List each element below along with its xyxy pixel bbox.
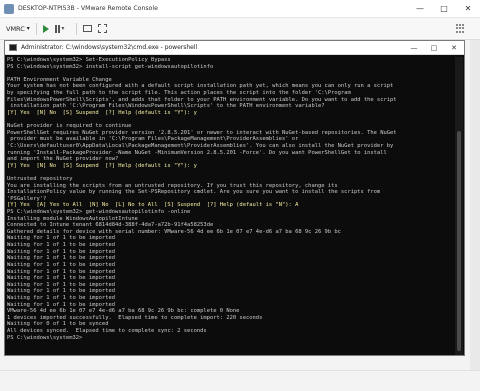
console-line: All devices synced. Elapsed time to comp… <box>7 327 207 334</box>
console-line: PATH Environment Variable Change <box>7 76 112 83</box>
maximize-button[interactable]: □ <box>432 0 456 18</box>
play-icon <box>42 24 49 33</box>
window-title: DESKTOP-NTPI53B - VMware Remote Console <box>18 5 158 12</box>
console-line: [Y] Yes [A] Yes to All [N] No [L] No to … <box>7 202 299 209</box>
console-line: Files\WindowsPowerShell\Scripts', and ad… <box>7 96 397 103</box>
desktop-bottom <box>0 370 480 391</box>
desktop-edge <box>470 40 480 390</box>
chevron-down-icon: ▾ <box>61 25 65 32</box>
console-line: Waiting for 1 of 1 to be imported <box>7 301 116 308</box>
console-line: Waiting for 0 of 1 to be synced <box>7 321 109 328</box>
pause-icon <box>54 24 61 33</box>
grip-icon <box>456 23 466 34</box>
cmd-minimize-button[interactable]: — <box>404 41 424 55</box>
console-line: Waiting for 1 of 1 to be imported <box>7 268 116 275</box>
console-line: Waiting for 1 of 1 to be imported <box>7 288 116 295</box>
console-line: running 'Install-PackageProvider -Name N… <box>7 149 387 156</box>
cmd-titlebar[interactable]: Administrator: C:\windows\system32\cmd.e… <box>5 41 464 55</box>
cmd-window-title: Administrator: C:\windows\system32\cmd.e… <box>21 44 198 51</box>
console-line: PS C:\windows\system32> install-script g… <box>7 63 214 70</box>
cmd-window-controls: — □ ✕ <box>404 41 464 55</box>
fullscreen-icon <box>98 24 108 33</box>
vmrc-app-icon <box>4 3 14 14</box>
cmd-close-button[interactable]: ✕ <box>444 41 464 55</box>
console-line: Gathered details for device with serial … <box>7 228 341 235</box>
cmd-app-icon <box>9 44 17 51</box>
fullscreen-button[interactable] <box>98 24 108 33</box>
console-line: Waiting for 1 of 1 to be imported <box>7 255 116 262</box>
console-line: [Y] Yes [N] No [S] Suspend [?] Help (def… <box>7 162 197 169</box>
minimize-button[interactable]: — <box>408 0 432 18</box>
send-ctrl-alt-del-button[interactable] <box>83 25 93 32</box>
cmd-maximize-button[interactable]: □ <box>424 41 444 55</box>
console-line: NuGet provider is required to continue <box>7 123 132 130</box>
pause-button[interactable]: ▾ <box>54 24 65 33</box>
cmd-window[interactable]: Administrator: C:\windows\system32\cmd.e… <box>4 40 465 356</box>
console-line: Waiting for 1 of 1 to be imported <box>7 248 116 255</box>
console-line: Waiting for 1 of 1 to be imported <box>7 281 116 288</box>
vmrc-titlebar: DESKTOP-NTPI53B - VMware Remote Console … <box>0 0 480 18</box>
console-output[interactable]: PS C:\windows\system32> Set-ExecutionPol… <box>7 57 455 355</box>
vmrc-menu[interactable]: VMRC ▾ <box>6 25 30 33</box>
toolbar-divider <box>76 22 78 35</box>
console-line: Waiting for 1 of 1 to be imported <box>7 275 116 282</box>
chevron-down-icon: ▾ <box>26 25 30 32</box>
console-line: PS C:\windows\system32> get-windowsautop… <box>7 209 191 216</box>
console-line: 'PSGallery'? <box>7 195 47 202</box>
console-line: 1 devices imported successfully. Elapsed… <box>7 314 263 321</box>
vmrc-toolbar: VMRC ▾ ▾ <box>0 18 480 40</box>
console-line: by specifying the full path to the scrip… <box>7 90 351 97</box>
console-line: InstallationPolicy value by running the … <box>7 189 381 196</box>
console-line: PS C:\windows\system32> Set-ExecutionPol… <box>7 57 171 63</box>
console-line: Waiting for 1 of 1 to be imported <box>7 261 116 268</box>
close-button[interactable]: ✕ <box>456 0 480 18</box>
console-line: Waiting for 1 of 1 to be imported <box>7 235 116 242</box>
console-line: Installing module WindowsAutopilotIntune <box>7 215 138 222</box>
console-line: [Y] Yes [N] No [S] Suspend [?] Help (def… <box>7 109 197 116</box>
window-controls: — □ ✕ <box>408 0 480 18</box>
console-line: PowerShellGet requires NuGet provider ve… <box>7 129 397 136</box>
monitor-icon <box>83 25 93 32</box>
console-line: installation path 'C:\Program Files\Wind… <box>7 103 325 110</box>
toolbar-divider <box>35 22 37 35</box>
remote-desktop: Administrator: C:\windows\system32\cmd.e… <box>0 40 480 391</box>
scrollbar-thumb[interactable] <box>457 131 461 351</box>
vmrc-menu-label: VMRC <box>6 24 25 33</box>
console-scrollbar[interactable] <box>455 57 463 355</box>
console-line: Your system has not been configured with… <box>7 83 394 90</box>
console-line: provider must be available in 'C:\Progra… <box>7 136 299 143</box>
console-line: Connected to Intune tenant 6814d84d-388f… <box>7 222 214 229</box>
console-line: Waiting for 1 of 1 to be imported <box>7 294 116 301</box>
console-line: You are installing the scripts from an u… <box>7 182 338 189</box>
power-on-button[interactable] <box>42 24 49 33</box>
console-line: PS C:\windows\system32> <box>7 334 86 341</box>
console-line: Waiting for 1 of 1 to be imported <box>7 242 116 249</box>
console-line: Untrusted repository <box>7 175 73 182</box>
grip-button[interactable] <box>456 23 466 34</box>
toolbar-right <box>456 23 472 34</box>
console-line: and import the NuGet provider now? <box>7 156 119 163</box>
console-line: VMware-56 4d ee 6b 1e 07 e7 4e-d6 a7 ba … <box>7 308 240 315</box>
console-line: 'C:\Users\defaultuser0\AppData\Local\Pac… <box>7 142 394 149</box>
